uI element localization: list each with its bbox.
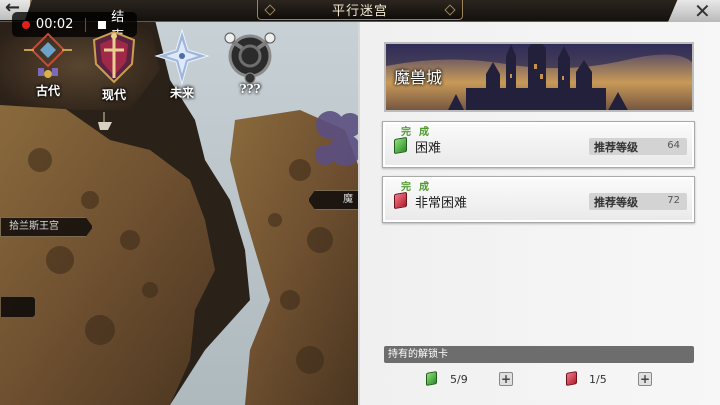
completed-badge: 完成 <box>401 182 437 193</box>
era-ancient-label: 古代 <box>35 84 60 98</box>
location-banner: 魔兽城 <box>384 42 694 112</box>
recommended-level-box: 推荐等级 72 <box>589 193 687 210</box>
location-name: 魔兽城 <box>394 68 443 87</box>
red-unlock-card-icon <box>394 191 407 210</box>
difficulty-name: 困难 <box>415 141 442 156</box>
recommended-level-box: 推荐等级 64 <box>589 138 687 155</box>
era-unknown-label: ??? <box>239 82 261 96</box>
page-title: 平行迷宫 <box>331 4 388 19</box>
recommended-level-label: 推荐等级 <box>594 141 638 154</box>
era-ancient[interactable]: 古代 <box>16 28 80 108</box>
plus-icon: + <box>500 372 512 386</box>
difficulty-very-hard-card[interactable]: 完成 非常困难 推荐等级 72 <box>382 176 695 223</box>
plus-icon: + <box>639 372 651 386</box>
era-modern-label: 现代 <box>101 88 126 102</box>
map-marker-palace[interactable]: 拾兰斯王宫 <box>0 217 93 237</box>
era-future-label: 未来 <box>169 86 194 100</box>
green-unlock-card-icon <box>394 136 407 155</box>
title-ornament-right-icon <box>444 4 456 16</box>
red-card-count: 1/5 <box>589 373 607 386</box>
unlock-cards-label: 持有的解锁卡 <box>388 349 448 360</box>
recommended-level-label: 推荐等级 <box>594 196 638 209</box>
difficulty-hard-card[interactable]: 完成 困难 推荐等级 64 <box>382 121 695 168</box>
map-marker-left[interactable] <box>0 296 36 318</box>
recommended-level-value: 64 <box>667 140 680 151</box>
completed-badge: 完成 <box>401 127 437 138</box>
red-unlock-card-icon <box>566 371 577 386</box>
unlock-cards-header: 持有的解锁卡 <box>384 346 694 363</box>
modern-era-icon <box>92 30 136 84</box>
unknown-era-icon <box>224 32 276 84</box>
era-unknown[interactable]: ??? <box>218 28 282 108</box>
future-era-icon <box>154 28 210 86</box>
dungeon-detail-panel: 魔兽城 完成 困难 推荐等级 64 完成 非常困难 推荐等级 72 持有的解锁卡… <box>358 22 720 405</box>
ancient-era-icon <box>24 32 72 78</box>
recommended-level-value: 72 <box>667 195 680 206</box>
palace-label: 拾兰斯王宫 <box>9 221 59 232</box>
era-future[interactable]: 未来 <box>150 28 214 108</box>
close-icon: ✕ <box>694 0 711 23</box>
title-ornament-left-icon <box>264 4 276 16</box>
title-plate: 平行迷宫 <box>257 0 463 20</box>
green-unlock-card-icon <box>426 371 437 386</box>
difficulty-name: 非常困难 <box>415 196 468 211</box>
add-green-card-button[interactable]: + <box>499 372 513 386</box>
green-card-count: 5/9 <box>450 373 468 386</box>
add-red-card-button[interactable]: + <box>638 372 652 386</box>
era-modern[interactable]: 现代 <box>82 28 146 108</box>
